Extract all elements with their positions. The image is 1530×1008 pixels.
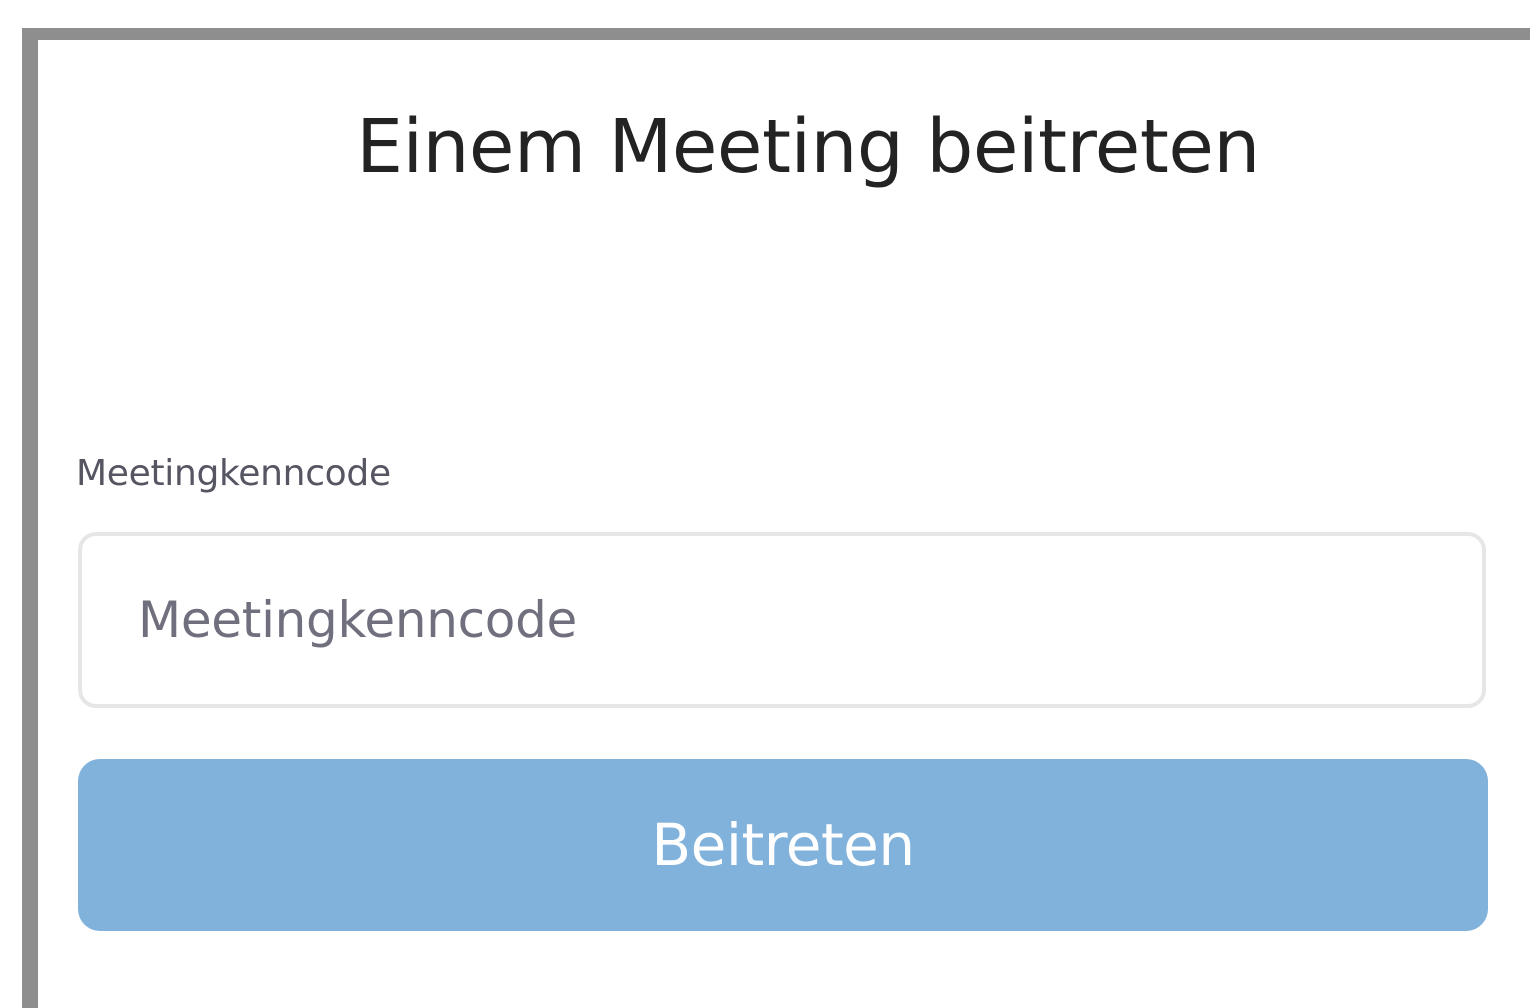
- join-button[interactable]: Beitreten: [78, 759, 1488, 931]
- passcode-field[interactable]: [78, 532, 1486, 708]
- page-title: Einem Meeting beitreten: [356, 104, 1260, 190]
- passcode-label: Meetingkenncode: [76, 453, 391, 494]
- passcode-input[interactable]: [138, 536, 1438, 704]
- join-meeting-dialog: Einem Meeting beitreten Meetingkenncode …: [22, 28, 1530, 1008]
